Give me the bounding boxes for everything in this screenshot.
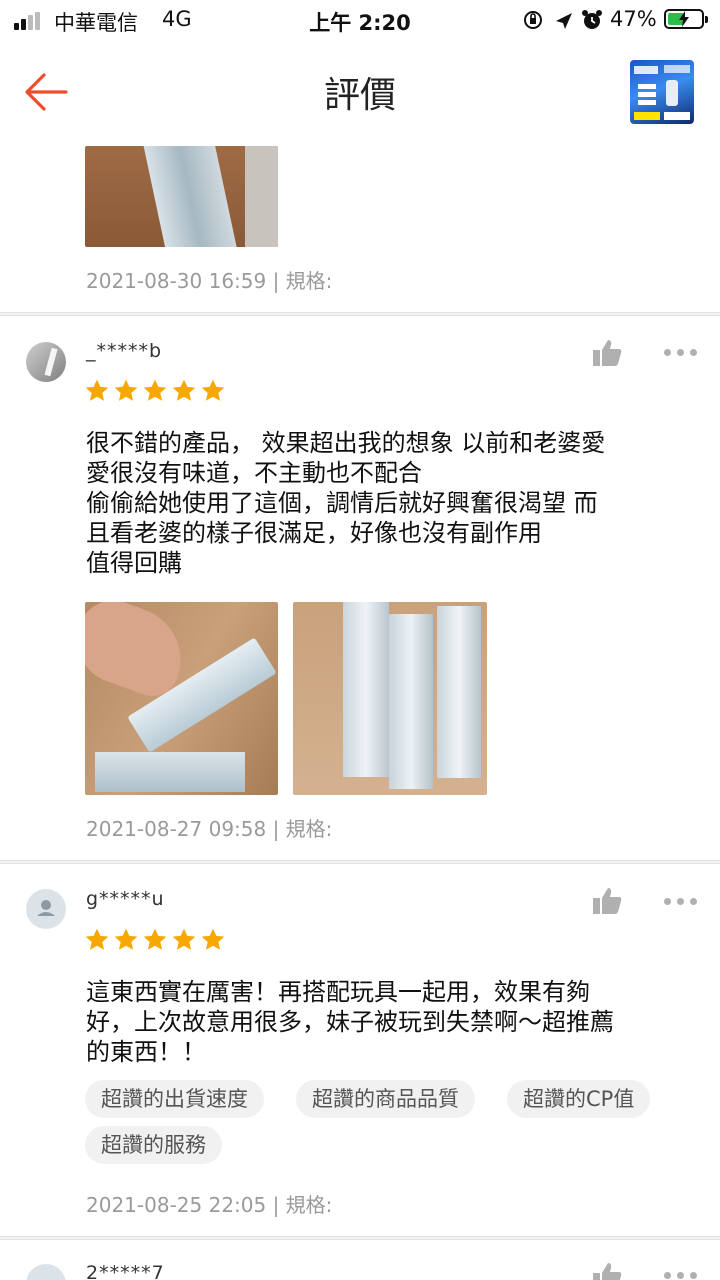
page-title: 評價 bbox=[323, 75, 396, 116]
status-icons bbox=[524, 10, 602, 29]
star-icon bbox=[143, 379, 167, 401]
star-icon bbox=[201, 928, 225, 950]
product-thumbnail[interactable] bbox=[630, 60, 694, 124]
review-photo[interactable] bbox=[293, 602, 487, 795]
review-tag: 超讚的服務 bbox=[85, 1126, 222, 1164]
review-text-line: 且看老婆的樣子很滿足，好像也沒有副作用 bbox=[86, 519, 542, 547]
review-text-line: 的東西！！ bbox=[86, 1038, 206, 1066]
review-meta: 2021-08-25 22:05 | 規格: bbox=[86, 1193, 333, 1217]
status-bar: 中華電信 4G 上午 2:20 47% bbox=[0, 0, 720, 40]
star-icon bbox=[172, 379, 196, 401]
review-text-line: 值得回購 bbox=[86, 549, 182, 577]
thumbs-up-icon[interactable] bbox=[592, 1262, 622, 1280]
star-icon bbox=[85, 928, 109, 950]
review-tag: 超讚的CP值 bbox=[507, 1080, 651, 1118]
rotation-lock-icon bbox=[524, 11, 542, 29]
star-icon bbox=[85, 379, 109, 401]
review-meta: 2021-08-27 09:58 | 規格: bbox=[86, 817, 333, 841]
rating-stars bbox=[84, 378, 226, 404]
thumbs-up-icon[interactable] bbox=[592, 887, 622, 915]
more-options-icon[interactable] bbox=[664, 1270, 698, 1280]
review-text-line: 好，上次故意用很多，妹子被玩到失禁啊～超推薦 bbox=[86, 1008, 614, 1036]
default-avatar-icon bbox=[37, 900, 55, 916]
review-photo[interactable] bbox=[85, 602, 278, 795]
review-text-line: 愛很沒有味道，不主動也不配合 bbox=[86, 459, 422, 487]
more-options-icon[interactable] bbox=[664, 896, 698, 906]
avatar[interactable] bbox=[26, 1264, 66, 1280]
review-text-line: 這東西實在厲害！再搭配玩具一起用，效果有夠 bbox=[86, 978, 590, 1006]
battery-percentage: 47% bbox=[610, 7, 657, 31]
section-divider bbox=[0, 1236, 720, 1240]
thumbs-up-icon[interactable] bbox=[592, 339, 622, 367]
more-options-icon[interactable] bbox=[664, 347, 698, 357]
star-icon bbox=[172, 928, 196, 950]
section-divider bbox=[0, 860, 720, 864]
header: 評價 bbox=[0, 40, 720, 144]
rating-stars bbox=[84, 927, 226, 953]
battery-icon bbox=[664, 9, 708, 29]
section-divider bbox=[0, 312, 720, 316]
star-icon bbox=[114, 379, 138, 401]
location-icon bbox=[556, 13, 572, 29]
avatar[interactable] bbox=[26, 889, 66, 929]
review-text: 很不錯的產品， 效果超出我的想象 以前和老婆愛 愛很沒有味道，不主動也不配合 偷… bbox=[86, 428, 696, 578]
reviewer-name: g*****u bbox=[86, 888, 165, 910]
review-meta: 2021-08-30 16:59 | 規格: bbox=[86, 269, 333, 293]
review-text: 這東西實在厲害！再搭配玩具一起用，效果有夠 好，上次故意用很多，妹子被玩到失禁啊… bbox=[86, 977, 696, 1067]
star-icon bbox=[201, 379, 225, 401]
alarm-icon bbox=[582, 10, 602, 29]
review-text-line: 很不錯的產品， 效果超出我的想象 以前和老婆愛 bbox=[86, 429, 606, 457]
reviewer-name: 2*****7 bbox=[86, 1262, 165, 1280]
reviewer-name: _*****b bbox=[86, 340, 163, 362]
star-icon bbox=[114, 928, 138, 950]
review-photo[interactable] bbox=[85, 146, 278, 247]
review-tag: 超讚的商品品質 bbox=[296, 1080, 475, 1118]
review-text-line: 偷偷給她使用了這個，調情后就好興奮很渴望 而 bbox=[86, 489, 598, 517]
star-icon bbox=[143, 928, 167, 950]
review-tag: 超讚的出貨速度 bbox=[85, 1080, 264, 1118]
avatar[interactable] bbox=[26, 342, 66, 382]
